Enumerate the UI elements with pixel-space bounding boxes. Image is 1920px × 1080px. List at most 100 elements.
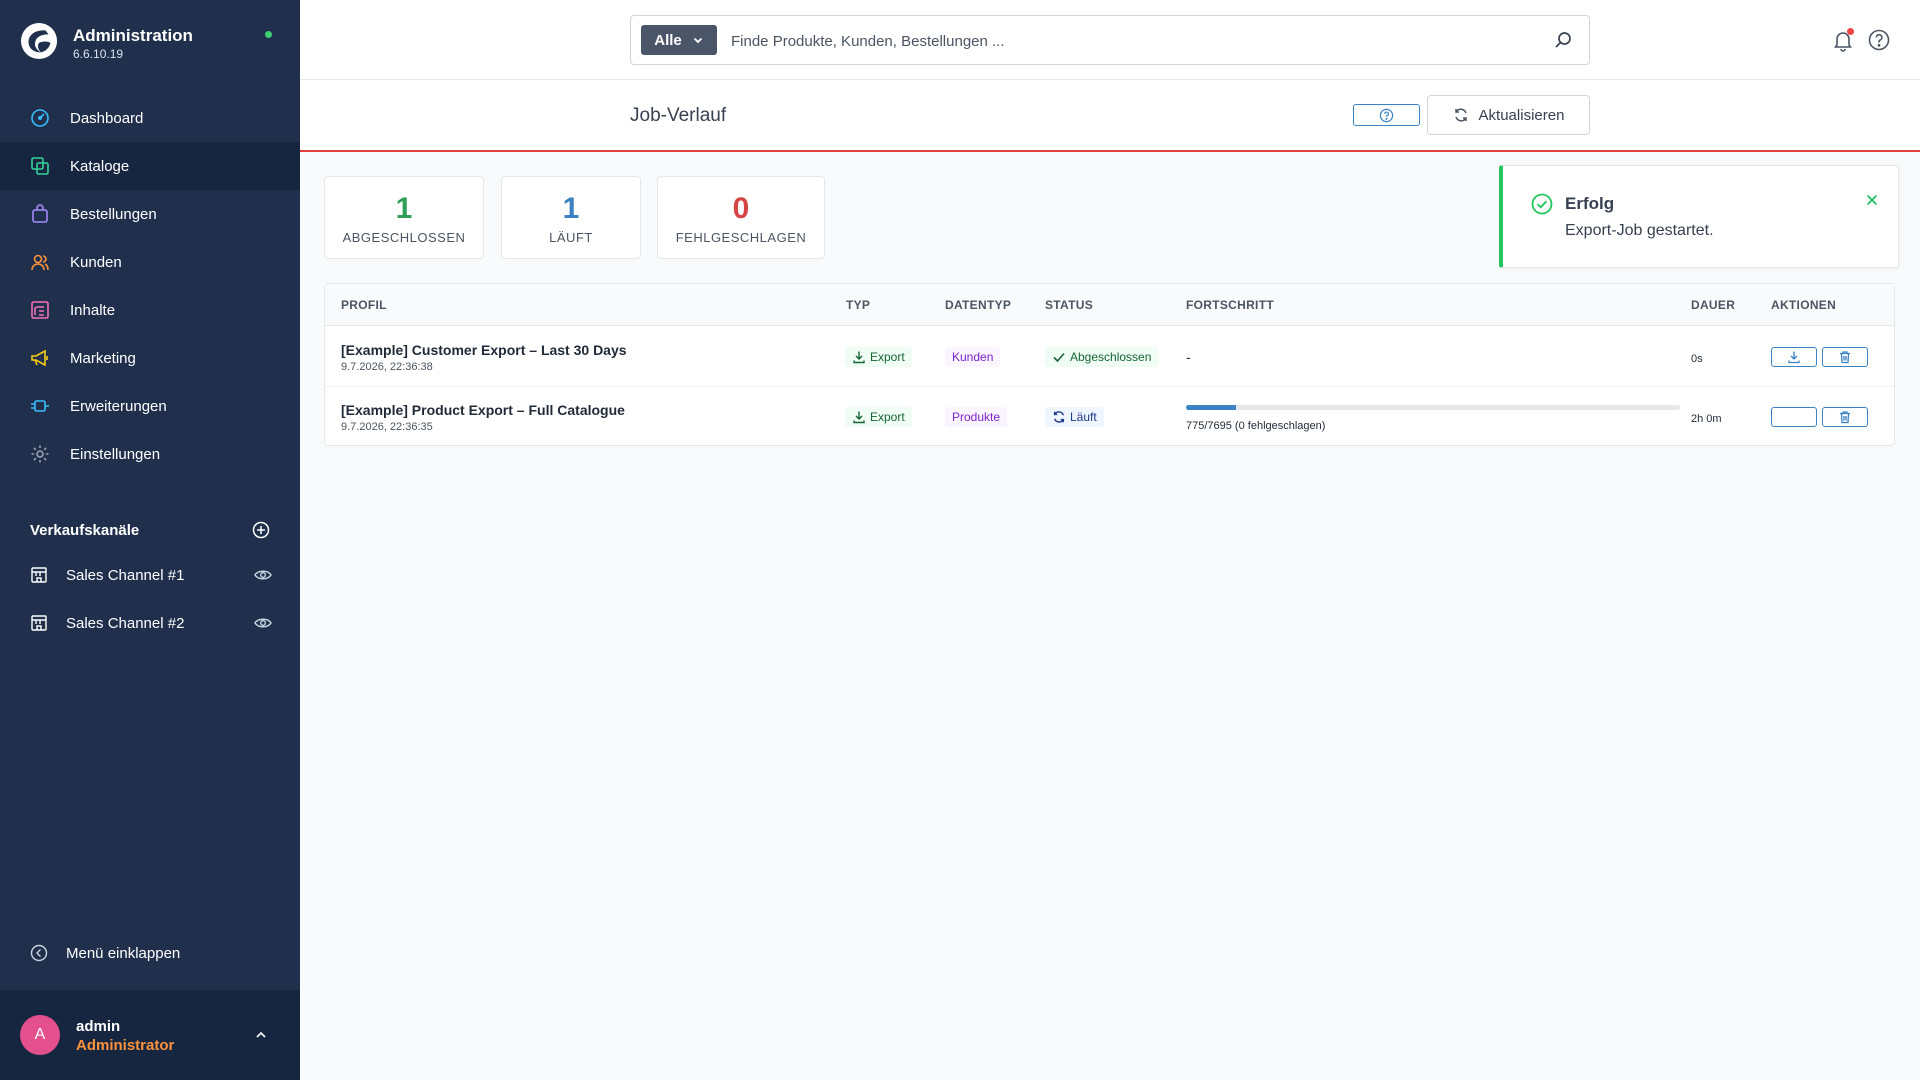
- eye-icon[interactable]: [254, 566, 272, 584]
- app-title: Administration: [73, 26, 193, 45]
- table-row[interactable]: [Example] Customer Export – Last 30 Days…: [325, 327, 1894, 387]
- bag-icon: [30, 204, 50, 224]
- table-row[interactable]: [Example] Product Export – Full Catalogu…: [325, 387, 1894, 447]
- gear-icon: [30, 444, 50, 464]
- nav-item-inhalte[interactable]: Inhalte: [0, 286, 300, 334]
- notification-dot: [1847, 28, 1854, 35]
- add-sales-channel-icon[interactable]: [252, 521, 270, 539]
- user-menu[interactable]: A admin Administrator: [0, 990, 300, 1080]
- top-bar: Alle: [300, 0, 1920, 80]
- nav-label: Kataloge: [70, 157, 130, 175]
- column-header-status: STATUS: [1045, 298, 1094, 312]
- toast-message: Export-Job gestartet.: [1565, 222, 1714, 239]
- type-badge: Export: [845, 407, 912, 427]
- megaphone-icon: [30, 348, 50, 368]
- brand[interactable]: Administration 6.6.10.19: [20, 22, 280, 66]
- help-icon[interactable]: [1868, 29, 1890, 51]
- refresh-button[interactable]: Aktualisieren: [1427, 95, 1590, 135]
- search-filter-label: Alle: [654, 31, 682, 49]
- status-badge: Läuft: [1045, 407, 1104, 427]
- stat-value: 1: [562, 192, 580, 225]
- progress-text: -: [1186, 349, 1191, 365]
- nav-item-marketing[interactable]: Marketing: [0, 334, 300, 382]
- refresh-icon: [1053, 411, 1065, 423]
- delete-button[interactable]: [1822, 407, 1868, 427]
- main-nav: Dashboard Kataloge Bestellungen Kunden I…: [0, 94, 300, 478]
- status-badge: Abgeschlossen: [1045, 347, 1159, 367]
- chevron-down-icon: [693, 37, 702, 44]
- page-header: Job-Verlauf Aktualisieren: [300, 80, 1920, 152]
- search-type-filter[interactable]: Alle: [641, 25, 717, 55]
- nav-label: Erweiterungen: [70, 397, 167, 415]
- nav-item-erweiterungen[interactable]: Erweiterungen: [0, 382, 300, 430]
- download-button[interactable]: [1771, 407, 1817, 427]
- online-status-dot: [265, 31, 272, 38]
- eye-icon[interactable]: [254, 614, 272, 632]
- nav-item-kataloge[interactable]: Kataloge: [0, 142, 300, 190]
- user-name: admin: [76, 1018, 121, 1035]
- column-header-profile: PROFIL: [341, 298, 387, 312]
- duration: 2h 0m: [1691, 413, 1722, 425]
- sales-channel-item-2[interactable]: Sales Channel #2: [30, 608, 272, 638]
- progress-bar: [1186, 405, 1680, 410]
- nav-label: Dashboard: [70, 109, 144, 127]
- stat-label: ABGESCHLOSSEN: [342, 230, 466, 245]
- sales-channels-title: Verkaufskanäle: [30, 521, 140, 539]
- column-header-datatype: DATENTYP: [945, 298, 1012, 312]
- app-version: 6.6.10.19: [73, 47, 124, 61]
- download-icon: [853, 411, 865, 424]
- nav-item-dashboard[interactable]: Dashboard: [0, 94, 300, 142]
- progress-text: 775/7695 (0 fehlgeschlagen): [1186, 420, 1326, 432]
- collapse-menu-button[interactable]: Menü einklappen: [30, 944, 180, 962]
- refresh-label: Aktualisieren: [1478, 106, 1565, 124]
- stat-value: 1: [395, 192, 413, 225]
- sidebar: Administration 6.6.10.19 Dashboard Katal…: [0, 0, 300, 1080]
- column-header-actions: AKTIONEN: [1771, 298, 1837, 312]
- job-history-table: PROFIL TYP DATENTYP STATUS FORTSCHRITT D…: [324, 283, 1895, 446]
- close-icon[interactable]: [1864, 192, 1880, 208]
- catalog-icon: [30, 156, 50, 176]
- datatype-badge: Produkte: [945, 407, 1008, 427]
- gauge-icon: [30, 108, 50, 128]
- stat-label: FEHLGESCHLAGEN: [675, 230, 807, 245]
- nav-label: Bestellungen: [70, 205, 157, 223]
- status-label: Läuft: [1070, 410, 1097, 424]
- nav-label: Inhalte: [70, 301, 116, 319]
- sales-channel-item-1[interactable]: Sales Channel #1: [30, 560, 272, 590]
- duration: 0s: [1691, 353, 1703, 365]
- check-circle-icon: [1531, 193, 1553, 215]
- download-button[interactable]: [1771, 347, 1817, 367]
- column-header-type: TYP: [846, 298, 871, 312]
- chevron-up-icon[interactable]: [253, 1027, 269, 1043]
- profile-date: 9.7.2026, 22:36:35: [341, 421, 433, 433]
- type-badge: Export: [845, 347, 912, 367]
- trash-icon: [1840, 351, 1850, 364]
- type-label: Export: [870, 350, 905, 364]
- search-input[interactable]: [731, 26, 1531, 56]
- type-label: Export: [870, 410, 905, 424]
- avatar: A: [20, 1015, 60, 1055]
- nav-item-bestellungen[interactable]: Bestellungen: [0, 190, 300, 238]
- status-label: Abgeschlossen: [1070, 350, 1152, 364]
- column-header-progress: FORTSCHRITT: [1186, 298, 1274, 312]
- nav-label: Einstellungen: [70, 445, 161, 463]
- user-role: Administrator: [76, 1037, 175, 1054]
- profile-name: [Example] Product Export – Full Catalogu…: [341, 402, 625, 418]
- plugin-icon: [30, 396, 50, 416]
- nav-item-kunden[interactable]: Kunden: [0, 238, 300, 286]
- stat-card-completed: 1 ABGESCHLOSSEN: [324, 176, 484, 259]
- content-icon: [30, 300, 50, 320]
- delete-button[interactable]: [1822, 347, 1868, 367]
- page-title: Job-Verlauf: [630, 105, 727, 126]
- shopware-logo-icon: [20, 22, 58, 60]
- profile-name: [Example] Customer Export – Last 30 Days: [341, 342, 627, 358]
- users-icon: [30, 252, 50, 272]
- search-icon[interactable]: [1553, 30, 1573, 50]
- stat-card-running: 1 LÄUFT: [501, 176, 641, 259]
- sales-channel-label: Sales Channel #2: [66, 614, 185, 632]
- nav-item-einstellungen[interactable]: Einstellungen: [0, 430, 300, 478]
- download-icon: [853, 351, 865, 364]
- sales-channel-label: Sales Channel #1: [66, 566, 185, 584]
- info-button[interactable]: [1353, 104, 1420, 126]
- nav-label: Kunden: [70, 253, 122, 271]
